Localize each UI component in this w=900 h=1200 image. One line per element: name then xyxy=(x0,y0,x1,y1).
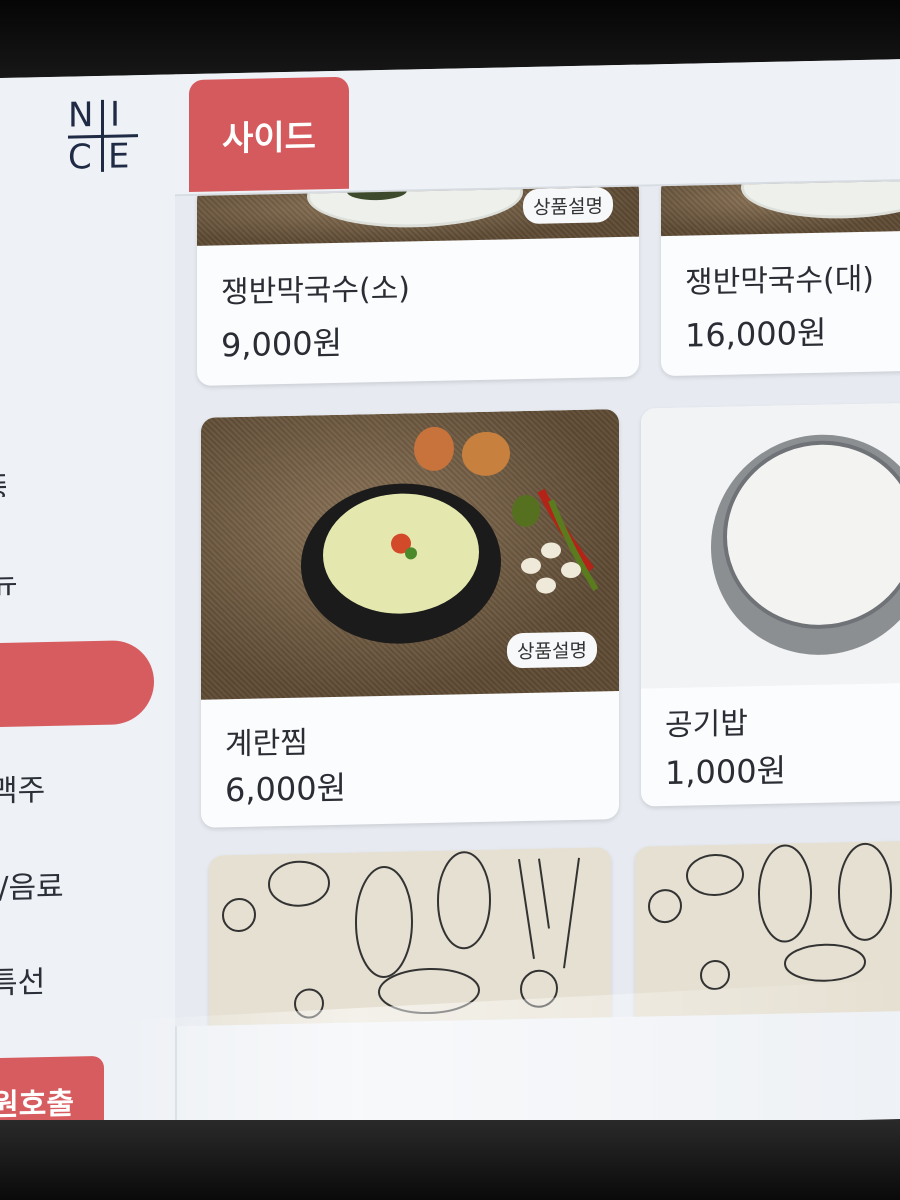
sidebar-item-beer[interactable]: 맥주 xyxy=(0,765,45,810)
device-bezel-bottom xyxy=(0,1120,900,1200)
vegetable-sketch-illustration xyxy=(648,842,892,991)
kiosk-screen: N I C E 등 뉴 맥주 l/음료 특선 원호출 사이드 상품설명 쟁반막국… xyxy=(0,59,900,1138)
menu-card[interactable] xyxy=(209,847,611,1027)
vegetable-sketch-illustration xyxy=(222,851,580,1019)
menu-grid: 상품설명 쟁반막국수(소) 9,000원 쟁반막국수(대) 16,000원 상품… xyxy=(175,181,900,1027)
menu-item-name: 쟁반막국수(소) xyxy=(221,271,411,311)
menu-card[interactable]: 쟁반막국수(대) 16,000원 xyxy=(661,181,900,377)
menu-item-price: 9,000원 xyxy=(221,323,343,365)
food-image xyxy=(641,402,900,689)
menu-item-price: 16,000원 xyxy=(685,313,827,355)
product-info-badge[interactable]: 상품설명 xyxy=(507,631,597,669)
menu-item-name: 쟁반막국수(대) xyxy=(685,261,875,301)
category-sidebar: N I C E 등 뉴 맥주 l/음료 특선 원호출 xyxy=(0,74,177,1138)
brand-logo: N I C E xyxy=(68,94,138,178)
menu-card[interactable]: 상품설명 쟁반막국수(소) 9,000원 xyxy=(197,181,639,386)
product-info-badge[interactable]: 상품설명 xyxy=(523,187,613,225)
menu-card[interactable]: 공기밥 1,000원 xyxy=(641,402,900,807)
sidebar-item-drinks[interactable]: l/음료 xyxy=(0,862,64,908)
rice-bowl-illustration xyxy=(711,434,900,655)
menu-item-name: 계란찜 xyxy=(225,725,308,763)
category-header: 사이드 xyxy=(175,59,900,197)
menu-card[interactable]: 상품설명 계란찜 6,000원 xyxy=(201,409,619,828)
menu-item-price: 1,000원 xyxy=(665,751,787,793)
sidebar-item-active[interactable] xyxy=(0,639,154,728)
food-image xyxy=(661,181,900,237)
menu-item-name: 공기밥 xyxy=(665,706,748,744)
sidebar-item-partial[interactable]: 등 xyxy=(0,463,6,498)
sidebar-item-special[interactable]: 특선 xyxy=(0,957,45,1002)
tab-side[interactable]: 사이드 xyxy=(189,76,349,193)
menu-item-price: 6,000원 xyxy=(225,768,347,810)
menu-card[interactable] xyxy=(635,840,900,1027)
sidebar-item-menu[interactable]: 뉴 xyxy=(0,558,18,603)
